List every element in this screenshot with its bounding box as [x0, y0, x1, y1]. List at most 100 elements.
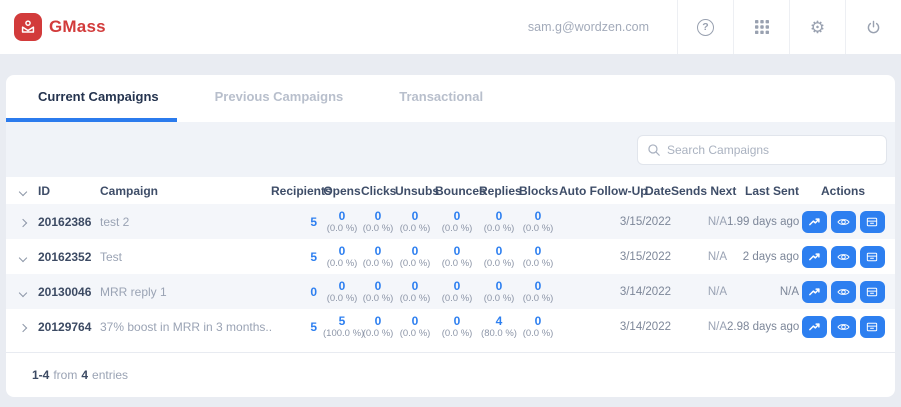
col-header-blocks[interactable]: Blocks [519, 184, 557, 198]
entries-from-label: from [53, 368, 77, 382]
tab-label: Previous Campaigns [215, 89, 344, 104]
search-input[interactable] [667, 143, 877, 157]
opens-stat[interactable]: 0(0.0 %) [323, 280, 361, 304]
opens-stat[interactable]: 5(100.0 %) [323, 315, 361, 339]
row-actions [799, 316, 887, 338]
view-button[interactable] [831, 316, 856, 338]
archive-button[interactable] [860, 316, 885, 338]
archive-box-icon [865, 320, 879, 334]
sends-next-value: N/A [671, 321, 727, 333]
col-header-date[interactable]: Date [617, 184, 671, 198]
view-button[interactable] [831, 246, 856, 268]
replies-stat[interactable]: 0(0.0 %) [479, 210, 519, 234]
unsubs-stat[interactable]: 0(0.0 %) [395, 315, 435, 339]
clicks-stat[interactable]: 0(0.0 %) [361, 315, 395, 339]
tab-label: Transactional [399, 89, 483, 104]
table-row[interactable]: 20162386 test 2 5 0(0.0 %) 0(0.0 %) 0(0.… [6, 204, 895, 239]
sends-next-value: N/A [671, 216, 727, 228]
archive-button[interactable] [860, 211, 885, 233]
campaign-name: Test [100, 250, 271, 264]
report-button[interactable] [802, 281, 827, 303]
archive-button[interactable] [860, 281, 885, 303]
bounces-stat[interactable]: 0(0.0 %) [435, 280, 479, 304]
col-header-sends-next[interactable]: Sends Next [671, 184, 727, 198]
blocks-stat[interactable]: 0(0.0 %) [519, 245, 557, 269]
eye-icon [836, 320, 851, 334]
recipients-count[interactable]: 5 [271, 250, 323, 264]
last-sent-value: 2.98 days ago [727, 321, 799, 333]
tab-transactional[interactable]: Transactional [381, 75, 501, 122]
table-row[interactable]: 20129764 37% boost in MRR in 3 months...… [6, 309, 895, 344]
col-header-last-sent[interactable]: Last Sent [727, 184, 799, 198]
col-header-recipients[interactable]: Recipients [271, 184, 323, 198]
table-header-row: ID Campaign Recipients Opens Clicks Unsu… [6, 177, 895, 204]
col-header-campaign[interactable]: Campaign [100, 184, 271, 198]
col-header-unsubs[interactable]: Unsubs [395, 184, 435, 198]
report-button[interactable] [802, 211, 827, 233]
bounces-stat[interactable]: 0(0.0 %) [435, 245, 479, 269]
clicks-stat[interactable]: 0(0.0 %) [361, 210, 395, 234]
last-sent-value: 2 days ago [727, 251, 799, 263]
chevron-down-icon[interactable] [19, 187, 27, 195]
unsubs-stat[interactable]: 0(0.0 %) [395, 280, 435, 304]
sends-next-value: N/A [671, 286, 727, 298]
chevron-right-icon[interactable] [19, 218, 27, 226]
report-button[interactable] [802, 316, 827, 338]
blocks-stat[interactable]: 0(0.0 %) [519, 210, 557, 234]
blocks-stat[interactable]: 0(0.0 %) [519, 315, 557, 339]
table-row[interactable]: 20162352 Test 5 0(0.0 %) 0(0.0 %) 0(0.0 … [6, 239, 895, 274]
col-header-opens[interactable]: Opens [323, 184, 361, 198]
opens-stat[interactable]: 0(0.0 %) [323, 245, 361, 269]
last-sent-value: N/A [727, 286, 799, 298]
replies-stat[interactable]: 0(0.0 %) [479, 280, 519, 304]
recipients-count[interactable]: 5 [271, 320, 323, 334]
bounces-stat[interactable]: 0(0.0 %) [435, 210, 479, 234]
campaign-date: 3/15/2022 [617, 251, 671, 263]
recipients-count[interactable]: 0 [271, 285, 323, 299]
chevron-down-icon[interactable] [19, 288, 27, 296]
view-button[interactable] [831, 211, 856, 233]
blocks-stat[interactable]: 0(0.0 %) [519, 280, 557, 304]
table-row[interactable]: 20130046 MRR reply 1 0 0(0.0 %) 0(0.0 %)… [6, 274, 895, 309]
row-actions [799, 246, 887, 268]
brand[interactable]: GMass [14, 13, 106, 41]
tab-current-campaigns[interactable]: Current Campaigns [6, 75, 177, 122]
col-header-auto-follow-up[interactable]: Auto Follow-Up [557, 184, 617, 198]
apps-button[interactable] [733, 0, 789, 54]
bounces-stat[interactable]: 0(0.0 %) [435, 315, 479, 339]
power-icon [865, 19, 882, 36]
entries-label: entries [92, 368, 128, 382]
search-box[interactable] [637, 135, 887, 165]
recipients-count[interactable]: 5 [271, 215, 323, 229]
col-header-id[interactable]: ID [38, 184, 100, 198]
tab-previous-campaigns[interactable]: Previous Campaigns [197, 75, 362, 122]
replies-stat[interactable]: 0(0.0 %) [479, 245, 519, 269]
clicks-stat[interactable]: 0(0.0 %) [361, 280, 395, 304]
logout-button[interactable] [845, 0, 901, 54]
replies-stat[interactable]: 4(80.0 %) [479, 315, 519, 339]
table-toolbar [6, 122, 895, 177]
search-icon [647, 143, 661, 157]
col-header-replies[interactable]: Replies [479, 184, 519, 198]
help-button[interactable]: ? [677, 0, 733, 54]
archive-button[interactable] [860, 246, 885, 268]
last-sent-value: 1.99 days ago [727, 216, 799, 228]
archive-box-icon [865, 285, 879, 299]
col-header-clicks[interactable]: Clicks [361, 184, 395, 198]
clicks-stat[interactable]: 0(0.0 %) [361, 245, 395, 269]
row-actions [799, 211, 887, 233]
archive-box-icon [865, 250, 879, 264]
campaign-id: 20129764 [38, 320, 100, 334]
chevron-down-icon[interactable] [19, 253, 27, 261]
chevron-right-icon[interactable] [19, 323, 27, 331]
tab-bar: Current Campaigns Previous Campaigns Tra… [6, 75, 895, 122]
view-button[interactable] [831, 281, 856, 303]
settings-button[interactable]: ⚙ [789, 0, 845, 54]
report-button[interactable] [802, 246, 827, 268]
row-actions [799, 281, 887, 303]
unsubs-stat[interactable]: 0(0.0 %) [395, 210, 435, 234]
col-header-bounces[interactable]: Bounces [435, 184, 479, 198]
opens-stat[interactable]: 0(0.0 %) [323, 210, 361, 234]
unsubs-stat[interactable]: 0(0.0 %) [395, 245, 435, 269]
campaign-date: 3/14/2022 [617, 286, 671, 298]
